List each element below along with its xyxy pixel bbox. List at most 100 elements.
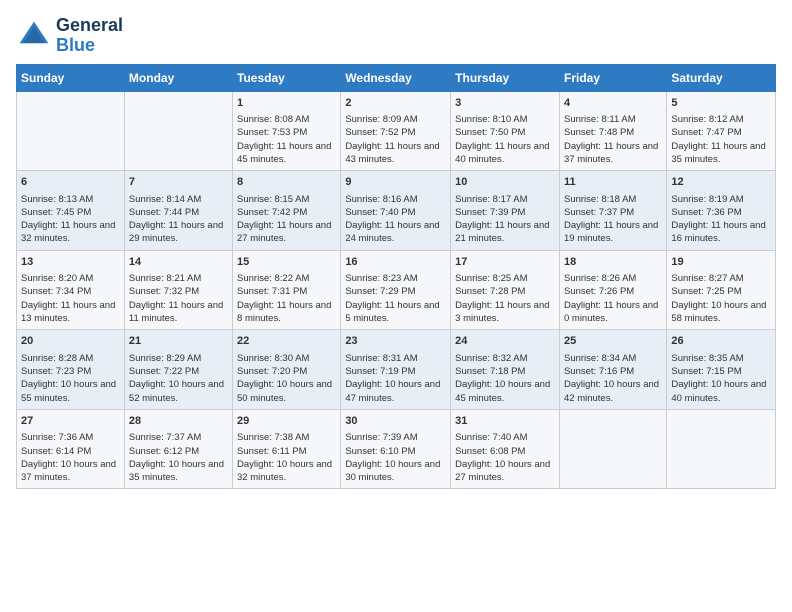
day-number: 13 [21,255,120,270]
day-number: 12 [671,175,771,190]
day-content: Sunrise: 8:22 AM Sunset: 7:31 PM Dayligh… [237,272,336,325]
day-number: 24 [455,334,555,349]
calendar-cell: 5 Sunrise: 8:12 AM Sunset: 7:47 PM Daylig… [667,91,776,171]
calendar-cell: 15Sunrise: 8:22 AM Sunset: 7:31 PM Dayli… [233,250,341,330]
day-content: Sunrise: 8:35 AM Sunset: 7:15 PM Dayligh… [671,352,771,405]
day-number: 28 [129,414,228,429]
header-tuesday: Tuesday [233,64,341,91]
day-content: Sunrise: 8:11 AM Sunset: 7:48 PM Dayligh… [564,113,662,166]
day-number: 26 [671,334,771,349]
calendar-cell: 24 Sunrise: 8:32 AM Sunset: 7:18 PM Dayli… [451,330,560,410]
calendar-week-row: 1 Sunrise: 8:08 AM Sunset: 7:53 PM Daylig… [17,91,776,171]
day-number: 17 [455,255,555,270]
calendar-cell [667,409,776,489]
day-content: Sunrise: 7:37 AM Sunset: 6:12 PM Dayligh… [129,431,228,484]
day-number: 22 [237,334,336,349]
calendar-week-row: 6 Sunrise: 8:13 AM Sunset: 7:45 PM Daylig… [17,171,776,251]
day-content: Sunrise: 8:20 AM Sunset: 7:34 PM Dayligh… [21,272,120,325]
calendar-cell: 16Sunrise: 8:23 AM Sunset: 7:29 PM Dayli… [341,250,451,330]
header-sunday: Sunday [17,64,125,91]
day-content: Sunrise: 8:34 AM Sunset: 7:16 PM Dayligh… [564,352,662,405]
day-number: 7 [129,175,228,190]
calendar-cell: 11 Sunrise: 8:18 AM Sunset: 7:37 PM Dayli… [559,171,666,251]
calendar-cell [17,91,125,171]
calendar-cell: 29 Sunrise: 7:38 AM Sunset: 6:11 PM Dayli… [233,409,341,489]
calendar-week-row: 13 Sunrise: 8:20 AM Sunset: 7:34 PM Dayli… [17,250,776,330]
calendar-cell: 14 Sunrise: 8:21 AM Sunset: 7:32 PM Dayli… [124,250,232,330]
day-number: 30 [345,414,446,429]
day-number: 11 [564,175,662,190]
calendar-cell: 2 Sunrise: 8:09 AM Sunset: 7:52 PM Daylig… [341,91,451,171]
day-number: 16 [345,255,446,270]
calendar-cell: 10 Sunrise: 8:17 AM Sunset: 7:39 PM Dayli… [451,171,560,251]
day-content: Sunrise: 8:25 AM Sunset: 7:28 PM Dayligh… [455,272,555,325]
day-content: Sunrise: 8:26 AM Sunset: 7:26 PM Dayligh… [564,272,662,325]
day-number: 27 [21,414,120,429]
day-content: Sunrise: 8:21 AM Sunset: 7:32 PM Dayligh… [129,272,228,325]
day-content: Sunrise: 7:36 AM Sunset: 6:14 PM Dayligh… [21,431,120,484]
day-number: 21 [129,334,228,349]
day-content: Sunrise: 8:14 AM Sunset: 7:44 PM Dayligh… [129,193,228,246]
day-number: 2 [345,96,446,111]
day-number: 9 [345,175,446,190]
calendar-table: SundayMondayTuesdayWednesdayThursdayFrid… [16,64,776,490]
day-content: Sunrise: 8:08 AM Sunset: 7:53 PM Dayligh… [237,113,336,166]
calendar-cell: 1 Sunrise: 8:08 AM Sunset: 7:53 PM Daylig… [233,91,341,171]
day-content: Sunrise: 8:27 AM Sunset: 7:25 PM Dayligh… [671,272,771,325]
day-number: 14 [129,255,228,270]
day-number: 29 [237,414,336,429]
header-saturday: Saturday [667,64,776,91]
day-content: Sunrise: 8:17 AM Sunset: 7:39 PM Dayligh… [455,193,555,246]
day-content: Sunrise: 8:29 AM Sunset: 7:22 PM Dayligh… [129,352,228,405]
day-number: 23 [345,334,446,349]
day-content: Sunrise: 8:16 AM Sunset: 7:40 PM Dayligh… [345,193,446,246]
day-number: 3 [455,96,555,111]
calendar-cell: 17 Sunrise: 8:25 AM Sunset: 7:28 PM Dayli… [451,250,560,330]
calendar-cell: 31Sunrise: 7:40 AM Sunset: 6:08 PM Dayli… [451,409,560,489]
day-number: 18 [564,255,662,270]
calendar-cell: 8 Sunrise: 8:15 AM Sunset: 7:42 PM Daylig… [233,171,341,251]
day-number: 8 [237,175,336,190]
calendar-week-row: 27 Sunrise: 7:36 AM Sunset: 6:14 PM Dayli… [17,409,776,489]
day-content: Sunrise: 8:09 AM Sunset: 7:52 PM Dayligh… [345,113,446,166]
day-number: 4 [564,96,662,111]
calendar-cell: 4 Sunrise: 8:11 AM Sunset: 7:48 PM Daylig… [559,91,666,171]
day-content: Sunrise: 7:40 AM Sunset: 6:08 PM Dayligh… [455,431,555,484]
day-number: 6 [21,175,120,190]
calendar-cell: 22 Sunrise: 8:30 AM Sunset: 7:20 PM Dayli… [233,330,341,410]
calendar-cell: 28 Sunrise: 7:37 AM Sunset: 6:12 PM Dayli… [124,409,232,489]
header-thursday: Thursday [451,64,560,91]
calendar-cell: 12 Sunrise: 8:19 AM Sunset: 7:36 PM Dayli… [667,171,776,251]
calendar-cell: 13 Sunrise: 8:20 AM Sunset: 7:34 PM Dayli… [17,250,125,330]
day-content: Sunrise: 8:12 AM Sunset: 7:47 PM Dayligh… [671,113,771,166]
day-number: 19 [671,255,771,270]
day-number: 10 [455,175,555,190]
day-content: Sunrise: 8:30 AM Sunset: 7:20 PM Dayligh… [237,352,336,405]
calendar-cell: 7 Sunrise: 8:14 AM Sunset: 7:44 PM Daylig… [124,171,232,251]
day-content: Sunrise: 7:38 AM Sunset: 6:11 PM Dayligh… [237,431,336,484]
calendar-cell: 19 Sunrise: 8:27 AM Sunset: 7:25 PM Dayli… [667,250,776,330]
calendar-cell: 9 Sunrise: 8:16 AM Sunset: 7:40 PM Daylig… [341,171,451,251]
calendar-header-row: SundayMondayTuesdayWednesdayThursdayFrid… [17,64,776,91]
day-number: 1 [237,96,336,111]
day-content: Sunrise: 8:32 AM Sunset: 7:18 PM Dayligh… [455,352,555,405]
calendar-cell: 27 Sunrise: 7:36 AM Sunset: 6:14 PM Dayli… [17,409,125,489]
page-header: General Blue [16,16,776,56]
day-content: Sunrise: 8:18 AM Sunset: 7:37 PM Dayligh… [564,193,662,246]
day-content: Sunrise: 8:19 AM Sunset: 7:36 PM Dayligh… [671,193,771,246]
calendar-cell: 3 Sunrise: 8:10 AM Sunset: 7:50 PM Daylig… [451,91,560,171]
calendar-cell: 20Sunrise: 8:28 AM Sunset: 7:23 PM Dayli… [17,330,125,410]
day-content: Sunrise: 8:13 AM Sunset: 7:45 PM Dayligh… [21,193,120,246]
logo-icon [16,18,52,54]
calendar-cell: 21 Sunrise: 8:29 AM Sunset: 7:22 PM Dayli… [124,330,232,410]
calendar-week-row: 20Sunrise: 8:28 AM Sunset: 7:23 PM Dayli… [17,330,776,410]
calendar-cell: 6 Sunrise: 8:13 AM Sunset: 7:45 PM Daylig… [17,171,125,251]
day-content: Sunrise: 8:10 AM Sunset: 7:50 PM Dayligh… [455,113,555,166]
day-number: 5 [671,96,771,111]
header-wednesday: Wednesday [341,64,451,91]
day-content: Sunrise: 8:15 AM Sunset: 7:42 PM Dayligh… [237,193,336,246]
calendar-cell: 18 Sunrise: 8:26 AM Sunset: 7:26 PM Dayli… [559,250,666,330]
day-content: Sunrise: 8:31 AM Sunset: 7:19 PM Dayligh… [345,352,446,405]
day-number: 25 [564,334,662,349]
header-monday: Monday [124,64,232,91]
